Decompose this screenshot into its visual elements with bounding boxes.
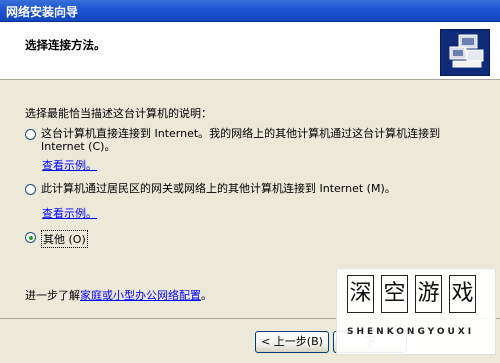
radio-button[interactable] bbox=[25, 129, 36, 140]
radio-button-selected[interactable] bbox=[25, 232, 36, 243]
watermark-char: 空 bbox=[381, 275, 408, 313]
option-direct-internet[interactable]: 这台计算机直接连接到 Internet。我的网络上的其他计算机通过这台计算机连接… bbox=[25, 127, 471, 153]
learn-more: 进一步了解家庭或小型办公网络配置。 bbox=[25, 287, 212, 303]
wizard-header: 选择连接方法。 bbox=[0, 22, 500, 80]
learn-more-suffix: 。 bbox=[201, 289, 212, 302]
network-computers-icon bbox=[440, 29, 490, 76]
home-office-network-link[interactable]: 家庭或小型办公网络配置 bbox=[80, 289, 201, 302]
window-title-bar[interactable]: 网络安装向导 bbox=[0, 0, 500, 22]
watermark-char: 戏 bbox=[449, 275, 476, 313]
watermark-char: 深 bbox=[347, 275, 374, 313]
window-title: 网络安装向导 bbox=[6, 5, 79, 19]
prompt-text: 选择最能恰当描述这台计算机的说明： bbox=[25, 107, 212, 120]
option-other[interactable]: 其他 (O) bbox=[25, 230, 88, 248]
radio-button[interactable] bbox=[25, 184, 36, 195]
option-label[interactable]: 其他 (O) bbox=[41, 230, 88, 248]
learn-more-prefix: 进一步了解 bbox=[25, 289, 80, 302]
view-example-link[interactable]: 查看示例。 bbox=[42, 205, 97, 221]
back-button[interactable]: < 上一步(B) bbox=[255, 331, 329, 353]
watermark: 深 空 游 戏 SHENKONGYOUXI bbox=[336, 268, 496, 355]
option-label[interactable]: 这台计算机直接连接到 Internet。我的网络上的其他计算机通过这台计算机连接… bbox=[41, 127, 471, 153]
watermark-char: 游 bbox=[415, 275, 442, 313]
watermark-logo: 深 空 游 戏 bbox=[347, 275, 476, 313]
view-example-link[interactable]: 查看示例。 bbox=[42, 157, 97, 173]
watermark-subtitle: SHENKONGYOUXI bbox=[347, 327, 475, 337]
page-title: 选择连接方法。 bbox=[25, 38, 106, 52]
option-label[interactable]: 此计算机通过居民区的网关或网络上的其他计算机连接到 Internet (M)。 bbox=[41, 182, 471, 195]
option-via-gateway[interactable]: 此计算机通过居民区的网关或网络上的其他计算机连接到 Internet (M)。 bbox=[25, 182, 471, 195]
